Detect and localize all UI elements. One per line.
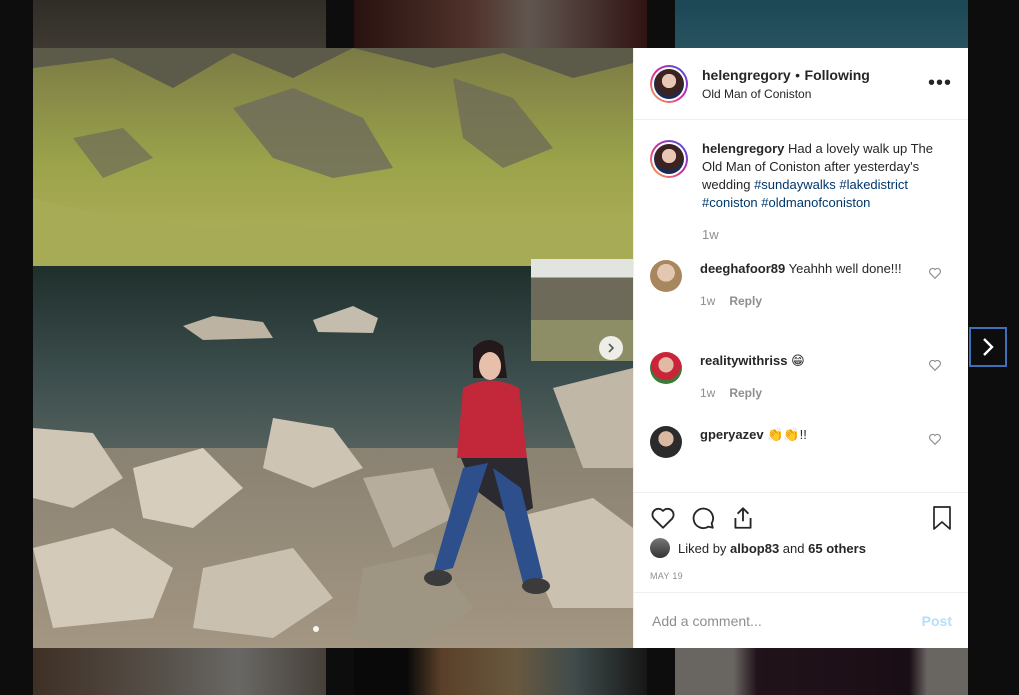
caption-time[interactable]: 1w bbox=[702, 226, 934, 244]
comment-item: deeghafoor89 Yeahhh well done!!! 1w Reply bbox=[650, 260, 954, 310]
author-username[interactable]: helengregory bbox=[702, 67, 791, 83]
commenter-username[interactable]: realitywithriss bbox=[700, 353, 787, 368]
comment-like-heart-icon[interactable] bbox=[928, 266, 942, 280]
comment-text: Yeahhh well done!!! bbox=[788, 261, 902, 276]
add-comment-bar: Post bbox=[634, 592, 968, 648]
hashtag-link[interactable]: #oldmanofconiston bbox=[761, 195, 870, 210]
reply-button[interactable]: Reply bbox=[729, 294, 762, 308]
photo-next-button[interactable] bbox=[599, 336, 623, 360]
likes-prefix: Liked by bbox=[678, 540, 727, 556]
comment-like-heart-icon[interactable] bbox=[928, 358, 942, 372]
comment-item: gperyazev 👏👏!! bbox=[650, 426, 954, 458]
commenter-username[interactable]: deeghafoor89 bbox=[700, 261, 785, 276]
author-avatar[interactable] bbox=[650, 64, 688, 103]
likes-others-link[interactable]: 65 others bbox=[808, 541, 866, 556]
post-photo[interactable] bbox=[33, 48, 633, 648]
next-post-button[interactable] bbox=[969, 327, 1007, 367]
post-actions: Liked by albop83 and 65 others MAY 19 bbox=[634, 492, 968, 593]
comment-icon[interactable] bbox=[690, 505, 716, 531]
comment-like-heart-icon[interactable] bbox=[928, 432, 942, 446]
header-separator: • bbox=[795, 66, 801, 83]
commenter-avatar[interactable] bbox=[650, 352, 682, 384]
likes-conjunction: and bbox=[782, 540, 805, 556]
comments-list[interactable]: helengregory Had a lovely walk up The Ol… bbox=[634, 120, 968, 492]
post-date[interactable]: MAY 19 bbox=[650, 571, 683, 581]
carousel-dot bbox=[313, 626, 319, 632]
post-comment-button[interactable]: Post bbox=[922, 613, 952, 629]
likes-summary: Liked by albop83 and 65 others bbox=[650, 538, 866, 558]
following-button[interactable]: Following bbox=[805, 67, 870, 83]
caption-avatar[interactable] bbox=[650, 140, 688, 178]
location-link[interactable]: Old Man of Coniston bbox=[702, 87, 870, 101]
caption: helengregory Had a lovely walk up The Ol… bbox=[650, 140, 934, 244]
hashtag-link[interactable]: #coniston bbox=[702, 195, 758, 210]
more-options-icon[interactable]: ••• bbox=[928, 72, 952, 95]
hashtag-link[interactable]: #sundaywalks bbox=[754, 177, 836, 192]
reply-button[interactable]: Reply bbox=[729, 386, 762, 400]
hashtag-link[interactable]: #lakedistrict bbox=[839, 177, 908, 192]
comment-text: 😁 bbox=[791, 353, 805, 368]
share-icon[interactable] bbox=[730, 505, 756, 531]
comment-text: 👏👏!! bbox=[767, 427, 807, 442]
caption-username[interactable]: helengregory bbox=[702, 141, 784, 156]
commenter-avatar[interactable] bbox=[650, 260, 682, 292]
post-sidebar: helengregory • Following Old Man of Coni… bbox=[633, 48, 968, 648]
heart-icon[interactable] bbox=[650, 505, 676, 531]
post-header: helengregory • Following Old Man of Coni… bbox=[634, 48, 968, 120]
comment-input[interactable] bbox=[650, 611, 922, 630]
chevron-right-icon bbox=[608, 343, 615, 353]
commenter-username[interactable]: gperyazev bbox=[700, 427, 764, 442]
chevron-right-icon bbox=[983, 338, 994, 356]
comment-time[interactable]: 1w bbox=[700, 294, 715, 308]
comment-time[interactable]: 1w bbox=[700, 386, 715, 400]
post-modal: helengregory • Following Old Man of Coni… bbox=[33, 48, 968, 648]
bookmark-icon[interactable] bbox=[930, 505, 954, 531]
commenter-avatar[interactable] bbox=[650, 426, 682, 458]
liker-avatar[interactable] bbox=[650, 538, 670, 558]
liker-username[interactable]: albop83 bbox=[730, 541, 779, 556]
comment-item: realitywithriss 😁 1w Reply bbox=[650, 352, 954, 402]
